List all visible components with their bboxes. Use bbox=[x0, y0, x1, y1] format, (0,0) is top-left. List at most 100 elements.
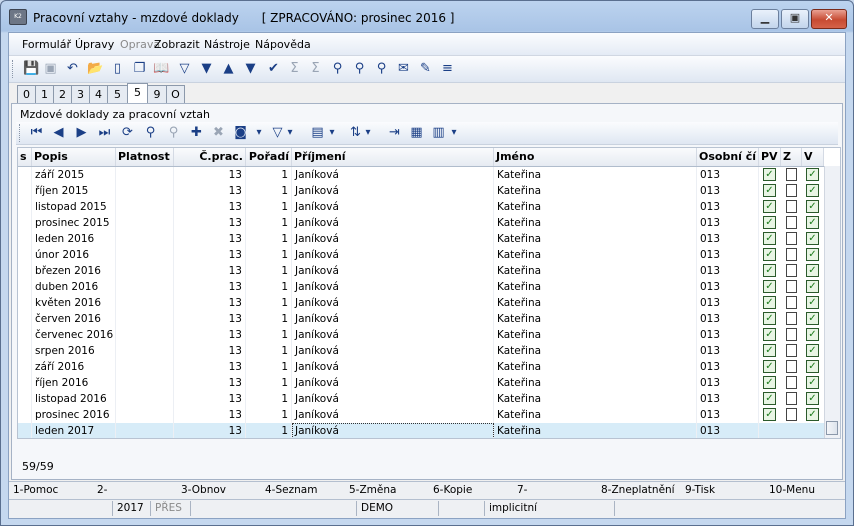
table-row[interactable]: březen 2016 13 1 Janíková Kateřina 013 ✓ ✓ bbox=[18, 263, 824, 279]
menu-item[interactable]: Zobrazit bbox=[154, 38, 200, 51]
function-key[interactable]: 6-Kopie bbox=[433, 484, 472, 496]
book-icon[interactable]: 📖 bbox=[153, 60, 170, 77]
undo-icon[interactable]: ↶ bbox=[64, 60, 81, 77]
filter-settings-icon[interactable]: ▼ bbox=[198, 60, 215, 77]
dropdown-icon[interactable]: ▾ bbox=[449, 124, 459, 141]
pv-check-icon[interactable]: ✓ bbox=[763, 280, 776, 293]
save-all-icon[interactable]: ▣ bbox=[42, 60, 59, 77]
v-check-icon[interactable]: ✓ bbox=[806, 264, 819, 277]
v-check-icon[interactable]: ✓ bbox=[806, 248, 819, 261]
table-row[interactable]: říjen 2015 13 1 Janíková Kateřina 013 ✓ ✓ bbox=[18, 183, 824, 199]
pv-check-icon[interactable]: ✓ bbox=[763, 312, 776, 325]
v-check-icon[interactable]: ✓ bbox=[806, 376, 819, 389]
prev-icon[interactable]: ◀ bbox=[50, 124, 67, 141]
find-next-icon[interactable]: ⚲ bbox=[351, 60, 368, 77]
tab-O[interactable]: O bbox=[166, 85, 185, 103]
check-filter-icon[interactable]: ✔ bbox=[265, 60, 282, 77]
column-header[interactable]: Z bbox=[781, 148, 802, 166]
tab-2[interactable]: 2 bbox=[53, 85, 72, 103]
column-header[interactable]: V bbox=[802, 148, 824, 166]
z-document-icon[interactable] bbox=[786, 200, 797, 213]
title-bar[interactable]: K2 Pracovní vztahy - mzdové doklady [ ZP… bbox=[1, 1, 853, 31]
v-check-icon[interactable]: ✓ bbox=[806, 168, 819, 181]
z-document-icon[interactable] bbox=[786, 344, 797, 357]
z-document-icon[interactable] bbox=[786, 184, 797, 197]
v-check-icon[interactable]: ✓ bbox=[806, 296, 819, 309]
table-row[interactable]: květen 2016 13 1 Janíková Kateřina 013 ✓ ✓ bbox=[18, 295, 824, 311]
table-row[interactable]: prosinec 2016 13 1 Janíková Kateřina 013 ✓ ✓ bbox=[18, 407, 824, 423]
menu-item[interactable]: Formulář bbox=[22, 38, 71, 51]
dropdown-icon[interactable]: ▾ bbox=[285, 124, 295, 141]
new-document-icon[interactable]: ▯ bbox=[109, 60, 126, 77]
z-document-icon[interactable] bbox=[786, 280, 797, 293]
z-document-icon[interactable] bbox=[786, 216, 797, 229]
tab-3[interactable]: 3 bbox=[71, 85, 90, 103]
column-header[interactable]: Jméno bbox=[494, 148, 697, 166]
pv-check-icon[interactable]: ✓ bbox=[763, 248, 776, 261]
v-check-icon[interactable]: ✓ bbox=[806, 232, 819, 245]
tab-1[interactable]: 1 bbox=[35, 85, 54, 103]
sort-icon[interactable]: ⇅ bbox=[347, 124, 364, 141]
z-document-icon[interactable] bbox=[786, 248, 797, 261]
z-document-icon[interactable] bbox=[786, 360, 797, 373]
dropdown-icon[interactable]: ▾ bbox=[363, 124, 373, 141]
z-document-icon[interactable] bbox=[786, 264, 797, 277]
pv-check-icon[interactable]: ✓ bbox=[763, 168, 776, 181]
menu-item[interactable]: Úpravy bbox=[75, 38, 114, 51]
column-header[interactable]: PV bbox=[759, 148, 781, 166]
table-row[interactable]: leden 2016 13 1 Janíková Kateřina 013 ✓ ✓ bbox=[18, 231, 824, 247]
z-document-icon[interactable] bbox=[786, 232, 797, 245]
tab-9[interactable]: 9 bbox=[147, 85, 167, 103]
v-check-icon[interactable]: ✓ bbox=[806, 280, 819, 293]
pv-check-icon[interactable]: ✓ bbox=[763, 232, 776, 245]
function-key[interactable]: 3-Obnov bbox=[181, 484, 226, 496]
close-button[interactable]: ✕ bbox=[811, 9, 847, 29]
table-row[interactable]: listopad 2016 13 1 Janíková Kateřina 013 ✓ ✓ bbox=[18, 391, 824, 407]
find-dim-icon[interactable]: ⚲ bbox=[165, 124, 182, 141]
v-check-icon[interactable]: ✓ bbox=[806, 392, 819, 405]
table-row[interactable]: září 2015 13 1 Janíková Kateřina 013 ✓ ✓ bbox=[18, 167, 824, 183]
tab-5[interactable]: 5 bbox=[107, 85, 128, 103]
table-row[interactable]: prosinec 2015 13 1 Janíková Kateřina 013 ✓ ✓ bbox=[18, 215, 824, 231]
mail-icon[interactable]: ✉ bbox=[395, 60, 412, 77]
scrollbar-thumb[interactable] bbox=[826, 421, 838, 435]
table-row[interactable]: únor 2016 13 1 Janíková Kateřina 013 ✓ ✓ bbox=[18, 247, 824, 263]
table-row[interactable]: duben 2016 13 1 Janíková Kateřina 013 ✓ ✓ bbox=[18, 279, 824, 295]
z-document-icon[interactable] bbox=[786, 376, 797, 389]
columns-icon[interactable]: ▤ bbox=[309, 124, 326, 141]
pv-check-icon[interactable]: ✓ bbox=[763, 184, 776, 197]
function-key[interactable]: 8-Zneplatnění bbox=[601, 484, 675, 496]
binoculars-icon[interactable]: ⚲ bbox=[329, 60, 346, 77]
save-icon[interactable]: 💾 bbox=[23, 60, 40, 77]
pv-check-icon[interactable]: ✓ bbox=[763, 392, 776, 405]
table-row[interactable]: srpen 2016 13 1 Janíková Kateřina 013 ✓ ✓ bbox=[18, 343, 824, 359]
arrow-down-icon[interactable]: ▼ bbox=[242, 60, 259, 77]
table-row[interactable]: říjen 2016 13 1 Janíková Kateřina 013 ✓ ✓ bbox=[18, 375, 824, 391]
v-check-icon[interactable]: ✓ bbox=[806, 408, 819, 421]
pv-check-icon[interactable]: ✓ bbox=[763, 216, 776, 229]
binoculars-icon[interactable]: ⚲ bbox=[142, 124, 159, 141]
z-document-icon[interactable] bbox=[786, 392, 797, 405]
find-replace-icon[interactable]: ⚲ bbox=[373, 60, 390, 77]
v-check-icon[interactable]: ✓ bbox=[806, 216, 819, 229]
z-document-icon[interactable] bbox=[786, 312, 797, 325]
z-document-icon[interactable] bbox=[786, 408, 797, 421]
indent-icon[interactable]: ⇥ bbox=[386, 124, 403, 141]
z-document-icon[interactable] bbox=[786, 168, 797, 181]
tab-4[interactable]: 4 bbox=[89, 85, 108, 103]
camera-icon[interactable]: ◙ bbox=[232, 124, 249, 141]
filter-icon[interactable]: ▽ bbox=[269, 124, 286, 141]
pv-check-icon[interactable]: ✓ bbox=[763, 376, 776, 389]
open-folder-icon[interactable]: 📂 bbox=[87, 60, 104, 77]
first-icon[interactable]: ⏮ bbox=[28, 124, 45, 141]
v-check-icon[interactable]: ✓ bbox=[806, 312, 819, 325]
column-header[interactable]: Č.prac. bbox=[174, 148, 246, 166]
next-icon[interactable]: ▶ bbox=[73, 124, 90, 141]
edit-icon[interactable]: ✎ bbox=[417, 60, 434, 77]
tab-0[interactable]: 0 bbox=[17, 85, 36, 103]
v-check-icon[interactable]: ✓ bbox=[806, 328, 819, 341]
column-header[interactable]: Osobní čí bbox=[697, 148, 759, 166]
pv-check-icon[interactable]: ✓ bbox=[763, 296, 776, 309]
column-header[interactable]: Pořadí bbox=[246, 148, 292, 166]
pv-check-icon[interactable]: ✓ bbox=[763, 408, 776, 421]
